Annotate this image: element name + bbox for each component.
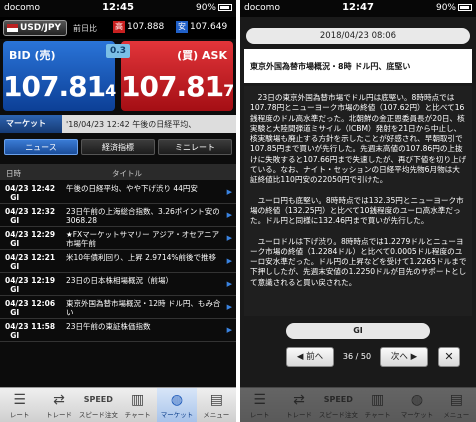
chevron-right-icon: ▶: [226, 326, 232, 334]
list-icon: ☰: [13, 392, 26, 408]
news-list: 04/23 12:42 GI 午後の日経平均、やや下げ渋り 44円安 ▶ 04/…: [0, 181, 236, 342]
tab-news[interactable]: ニュース: [4, 139, 78, 155]
article-paragraph: 23日の東京外国為替市場でドル円は底堅い。8時時点では107.78円とニューヨー…: [250, 93, 467, 185]
battery-icon: [218, 4, 232, 11]
news-title: 23日午前の上海総合指数、3.26ポイント安の3068.28: [66, 207, 220, 225]
news-row[interactable]: 04/23 12:32 GI 23日午前の上海総合指数、3.26ポイント安の30…: [0, 204, 236, 227]
currency-pair-button[interactable]: USD/JPY: [3, 20, 67, 36]
speed-icon: SPEED: [323, 395, 353, 404]
nav-chart: ▥ チャート: [358, 388, 397, 422]
low-badge: 安: [176, 21, 188, 33]
ask-price: 107.817: [121, 70, 234, 103]
speed-icon: SPEED: [83, 395, 113, 404]
menu-icon: ▤: [449, 392, 463, 408]
bid-button[interactable]: BID (売) 107.814: [3, 41, 116, 111]
news-title: 午後の日経平均、やや下げ渋り 44円安: [66, 184, 198, 193]
nav-trade[interactable]: ⇄ トレード: [39, 388, 78, 422]
nav-menu: ▤ メニュー: [437, 388, 476, 422]
nav-market[interactable]: ◍ マーケット: [157, 388, 197, 422]
market-ticker-bar[interactable]: マーケット '18/04/23 12:42 午後の日経平均、: [0, 115, 236, 133]
ask-button[interactable]: (買) ASK 107.817: [121, 41, 234, 111]
nav-speed-order[interactable]: SPEED スピード注文: [79, 388, 118, 422]
news-row[interactable]: 04/23 12:06 GI 東京外国為替市場概況・12時 ドル円、もみ合い ▶: [0, 296, 236, 319]
news-table-header: 日時 タイトル: [0, 164, 236, 180]
bid-price: 107.814: [3, 70, 116, 103]
pair-bar: USD/JPY 前日比 高 107.888 安 107.649: [0, 17, 236, 39]
news-row[interactable]: 04/23 12:19 GI 23日の日本株相場概況（前場） ▶: [0, 273, 236, 296]
trade-arrows-icon: ⇄: [53, 392, 65, 408]
bottom-nav-dimmed: ☰ レート ⇄ トレード SPEED スピード注文 ▥ チャート ◍ マーケット ▤ メニュ…: [240, 387, 476, 422]
article-date: 2018/04/23 08:06: [246, 28, 470, 44]
trade-arrows-icon: ⇄: [293, 392, 305, 408]
source-label: GI: [286, 323, 430, 339]
bottom-nav: ☰ レート ⇄ トレード SPEED スピード注文 ▥ チャート ◍ マーケット ▤ メニュ…: [0, 387, 236, 422]
close-button[interactable]: ✕: [438, 347, 460, 367]
chevron-right-icon: ▶: [226, 303, 232, 311]
news-title: 東京外国為替市場概況・12時 ドル円、もみ合い: [66, 299, 221, 317]
news-row[interactable]: 04/23 12:42 GI 午後の日経平均、やや下げ渋り 44円安 ▶: [0, 181, 236, 204]
prev-day-label: 前日比: [73, 24, 97, 33]
ticker-text: '18/04/23 12:42 午後の日経平均、: [66, 120, 197, 129]
globe-icon: ◍: [170, 392, 184, 408]
nav-menu[interactable]: ▤ メニュー: [197, 388, 236, 422]
battery-icon: [458, 4, 472, 11]
tab-mini-rate[interactable]: ミニレート: [158, 139, 232, 155]
nav-trade: ⇄ トレード: [279, 388, 318, 422]
chevron-right-icon: ▶: [226, 211, 232, 219]
bid-label: BID (売): [9, 49, 56, 62]
news-title: 23日午前の東証株価指数: [66, 322, 151, 331]
article-headline: 東京外国為替市場概況・8時 ドル円、底堅い: [244, 49, 472, 83]
ask-label: (買) ASK: [177, 49, 227, 62]
date-header: 日時: [6, 169, 21, 178]
chevron-right-icon: ▶: [226, 280, 232, 288]
article-paragraph: ユーロドルは下げ渋り。8時時点では1.2279ドルとニューヨーク市場の終値（1.…: [250, 236, 467, 287]
news-title: 米10年債利回り、上昇 2.9714%前後で推移: [66, 253, 216, 262]
low-value: 107.649: [190, 22, 228, 32]
battery-indicator: 90%: [436, 3, 472, 13]
high-badge: 高: [113, 21, 125, 33]
nav-rate: ☰ レート: [240, 388, 279, 422]
news-title: ★FXマーケットサマリー アジア・オセアニア市場午前: [66, 230, 220, 248]
battery-indicator: 90%: [196, 3, 232, 13]
tab-economic-indicators[interactable]: 経済指標: [81, 139, 155, 155]
market-button[interactable]: マーケット: [0, 115, 62, 133]
news-row[interactable]: 04/23 12:29 GI ★FXマーケットサマリー アジア・オセアニア市場午…: [0, 227, 236, 250]
left-screen: docomo 12:45 90% USD/JPY 前日比 高 107.888 安…: [0, 0, 236, 422]
page-counter: 36 / 50: [342, 352, 372, 361]
nav-chart[interactable]: ▥ チャート: [118, 388, 157, 422]
chart-icon: ▥: [131, 392, 145, 408]
right-screen: docomo 12:47 90% 2018/04/23 08:06 東京外国為替…: [240, 0, 476, 422]
chart-icon: ▥: [371, 392, 385, 408]
news-tabs: ニュース 経済指標 ミニレート: [0, 137, 236, 157]
high-value: 107.888: [127, 22, 165, 32]
nav-speed-order: SPEED スピード注文: [319, 388, 358, 422]
chevron-right-icon: ▶: [226, 257, 232, 265]
globe-icon: ◍: [410, 392, 424, 408]
article-body[interactable]: 23日の東京外国為替市場でドル円は底堅い。8時時点では107.78円とニューヨー…: [244, 86, 472, 316]
nav-rate[interactable]: ☰ レート: [0, 388, 39, 422]
status-bar: docomo 12:47 90%: [240, 0, 476, 17]
article-paragraph: ユーロ円も底堅い。8時時点では132.35円とニューヨーク市場の終値（132.2…: [250, 195, 464, 226]
flag-icon: [7, 23, 18, 32]
news-title: 23日の日本株相場概況（前場）: [66, 276, 174, 285]
news-row[interactable]: 04/23 12:21 GI 米10年債利回り、上昇 2.9714%前後で推移 …: [0, 250, 236, 273]
spread-badge: 0.3: [106, 44, 130, 58]
chevron-right-icon: ▶: [226, 234, 232, 242]
prev-button[interactable]: ◀ 前へ: [286, 347, 334, 367]
chevron-right-icon: ▶: [226, 188, 232, 196]
title-header: タイトル: [112, 169, 142, 178]
list-icon: ☰: [253, 392, 266, 408]
news-row[interactable]: 04/23 11:58 GI 23日午前の東証株価指数 ▶: [0, 319, 236, 342]
menu-icon: ▤: [209, 392, 223, 408]
next-button[interactable]: 次へ ▶: [380, 347, 428, 367]
status-bar: docomo 12:45 90%: [0, 0, 236, 17]
nav-market: ◍ マーケット: [397, 388, 436, 422]
